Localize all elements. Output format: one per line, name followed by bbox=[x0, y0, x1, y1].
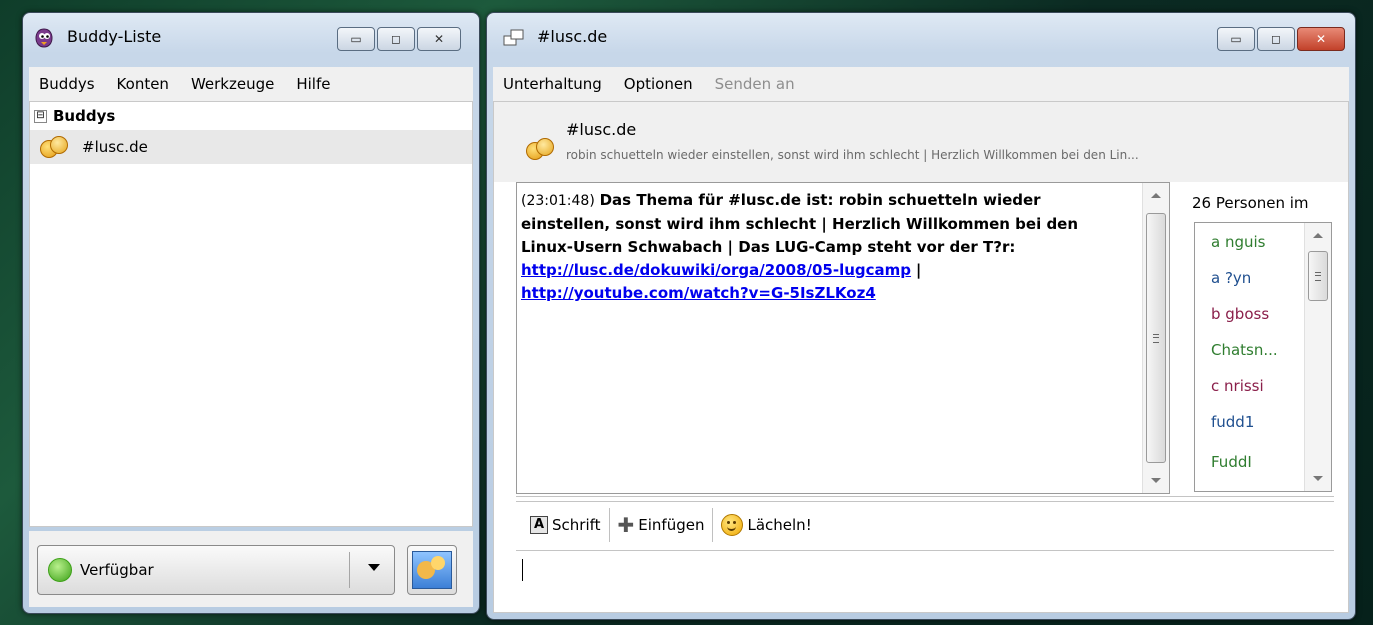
maximize-icon: ◻ bbox=[391, 32, 401, 46]
insert-label: Einfügen bbox=[638, 516, 705, 534]
scroll-up-icon[interactable] bbox=[1151, 193, 1161, 198]
log-scrollbar[interactable] bbox=[1142, 183, 1169, 493]
user-list-item[interactable]: FuddI bbox=[1211, 453, 1252, 471]
minimize-icon: ▭ bbox=[1230, 32, 1242, 46]
scroll-down-icon[interactable] bbox=[1313, 476, 1323, 481]
status-label: Verfügbar bbox=[80, 561, 154, 579]
menu-werkzeuge[interactable]: Werkzeuge bbox=[191, 75, 274, 93]
close-button[interactable]: ✕ bbox=[1297, 27, 1345, 51]
font-button[interactable]: A Schrift bbox=[522, 508, 609, 542]
user-list-item[interactable]: c nrissi bbox=[1211, 377, 1264, 395]
window-title: Buddy-Liste bbox=[67, 27, 162, 46]
chat-titlebar[interactable]: #lusc.de ▭ ◻ ✕ bbox=[487, 13, 1355, 61]
message-separator: | bbox=[915, 261, 922, 279]
message-link-youtube[interactable]: http://youtube.com/watch?v=G-5IsZLKoz4 bbox=[521, 284, 876, 302]
avatar-button[interactable] bbox=[407, 545, 457, 595]
user-list-item[interactable]: a nguis bbox=[1211, 233, 1265, 251]
maximize-icon: ◻ bbox=[1271, 32, 1281, 46]
menu-buddys[interactable]: Buddys bbox=[39, 75, 95, 93]
maximize-button[interactable]: ◻ bbox=[377, 27, 415, 51]
menu-konten[interactable]: Konten bbox=[117, 75, 169, 93]
user-list-item[interactable]: fudd1 bbox=[1211, 413, 1254, 431]
close-button[interactable]: ✕ bbox=[417, 27, 461, 51]
insert-button[interactable]: ✚ Einfügen bbox=[610, 508, 713, 542]
group-label: Buddys bbox=[53, 107, 116, 125]
minimize-icon: ▭ bbox=[350, 32, 362, 46]
buddy-footer: Verfügbar bbox=[29, 531, 473, 607]
menu-senden-an: Senden an bbox=[714, 75, 795, 93]
format-toolbar: A Schrift ✚ Einfügen Lächeln! bbox=[522, 508, 820, 542]
message-timestamp: (23:01:48) bbox=[521, 193, 595, 209]
text-caret bbox=[522, 559, 523, 581]
close-icon: ✕ bbox=[433, 32, 445, 46]
menu-optionen[interactable]: Optionen bbox=[624, 75, 693, 93]
user-list-scrollbar[interactable] bbox=[1304, 223, 1331, 491]
pidgin-app-icon bbox=[35, 28, 53, 48]
user-list-item[interactable]: Chatsn... bbox=[1211, 341, 1278, 359]
minimize-button[interactable]: ▭ bbox=[337, 27, 375, 51]
chat-menubar: Unterhaltung Optionen Senden an bbox=[493, 67, 1349, 102]
buddy-name: #lusc.de bbox=[82, 138, 148, 156]
font-label: Schrift bbox=[552, 516, 601, 534]
buddy-tree: ⊟ Buddys #lusc.de bbox=[29, 101, 473, 527]
chat-window-icon bbox=[503, 29, 524, 46]
combo-separator bbox=[349, 552, 350, 588]
group-buddys[interactable]: ⊟ Buddys bbox=[30, 102, 472, 130]
smiley-button[interactable]: Lächeln! bbox=[713, 508, 819, 542]
buddy-list-titlebar[interactable]: Buddy-Liste ▭ ◻ ✕ bbox=[23, 13, 479, 61]
conversation-topic: robin schuetteln wieder einstellen, sons… bbox=[566, 148, 1139, 162]
minimize-button[interactable]: ▭ bbox=[1217, 27, 1255, 51]
smiley-icon bbox=[721, 514, 744, 536]
collapse-icon[interactable]: ⊟ bbox=[34, 109, 47, 123]
user-list-item[interactable]: b gboss bbox=[1211, 305, 1269, 323]
insert-icon: ✚ bbox=[617, 513, 635, 537]
menu-unterhaltung[interactable]: Unterhaltung bbox=[503, 75, 602, 93]
user-count: 26 Personen im bbox=[1192, 194, 1309, 212]
people-icon bbox=[40, 136, 68, 158]
user-list[interactable]: a nguis a ?yn b gboss Chatsn... c nrissi… bbox=[1194, 222, 1332, 492]
window-title: #lusc.de bbox=[537, 27, 608, 46]
people-icon bbox=[526, 138, 554, 160]
scroll-thumb[interactable] bbox=[1308, 251, 1328, 301]
buddy-menubar: Buddys Konten Werkzeuge Hilfe bbox=[29, 67, 473, 102]
message-link-lugcamp[interactable]: http://lusc.de/dokuwiki/orga/2008/05-lug… bbox=[521, 261, 911, 279]
close-icon: ✕ bbox=[1315, 32, 1327, 46]
conversation-name: #lusc.de bbox=[566, 120, 637, 139]
scroll-thumb[interactable] bbox=[1146, 213, 1166, 463]
message-text: Das Thema für #lusc.de ist: robin schuet… bbox=[521, 191, 1079, 256]
message-input[interactable] bbox=[516, 550, 1334, 607]
smiley-label: Lächeln! bbox=[747, 516, 812, 534]
user-list-item[interactable]: a ?yn bbox=[1211, 269, 1251, 287]
font-icon: A bbox=[530, 516, 548, 534]
avatar-icon bbox=[412, 551, 452, 589]
status-selector[interactable]: Verfügbar bbox=[37, 545, 395, 595]
dropdown-arrow-icon[interactable] bbox=[368, 564, 380, 571]
pane-divider[interactable] bbox=[516, 496, 1334, 502]
chat-window: #lusc.de ▭ ◻ ✕ Unterhaltung Optionen Sen… bbox=[486, 12, 1356, 620]
message-log[interactable]: (23:01:48) Das Thema für #lusc.de ist: r… bbox=[516, 182, 1170, 494]
menu-hilfe[interactable]: Hilfe bbox=[296, 75, 330, 93]
conversation-header: #lusc.de robin schuetteln wieder einstel… bbox=[494, 102, 1348, 182]
maximize-button[interactable]: ◻ bbox=[1257, 27, 1295, 51]
available-status-icon bbox=[48, 558, 72, 582]
scroll-down-icon[interactable] bbox=[1151, 478, 1161, 483]
conversation-pane: #lusc.de robin schuetteln wieder einstel… bbox=[493, 101, 1349, 613]
buddy-item-lusc[interactable]: #lusc.de bbox=[30, 130, 472, 164]
buddy-list-window: Buddy-Liste ▭ ◻ ✕ Buddys Konten Werkzeug… bbox=[22, 12, 480, 614]
scroll-up-icon[interactable] bbox=[1313, 233, 1323, 238]
